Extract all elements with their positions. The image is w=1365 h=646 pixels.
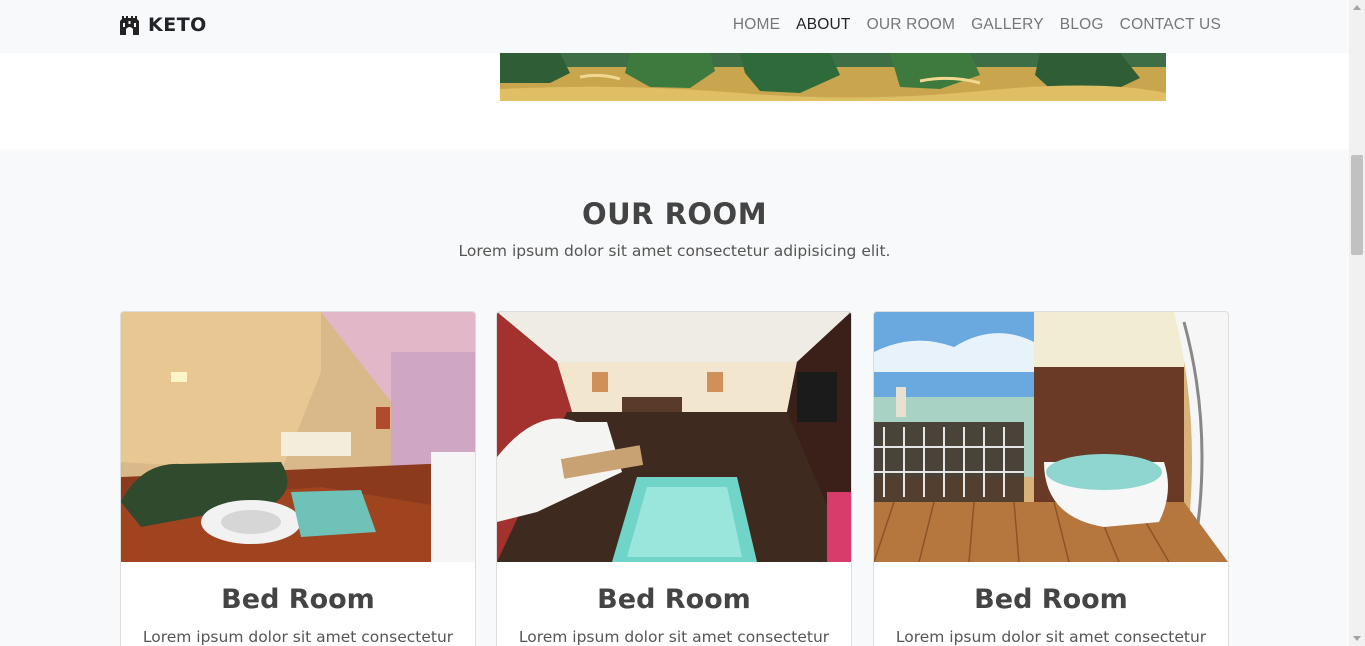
castle-logo-icon [120, 15, 139, 35]
section-subtitle: Lorem ipsum dolor sit amet consectetur a… [458, 242, 891, 260]
navbar: KETO HOME ABOUT OUR ROOM GALLERY BLOG CO… [0, 0, 1349, 53]
page: KETO HOME ABOUT OUR ROOM GALLERY BLOG CO… [0, 0, 1349, 646]
about-image [500, 53, 1166, 101]
scroll-thumb[interactable] [1351, 155, 1363, 255]
room-card[interactable]: Bed Room Lorem ipsum dolor sit amet cons… [120, 311, 476, 646]
section-title: OUR ROOM [581, 197, 768, 231]
brand-name: KETO [148, 14, 207, 36]
main-nav: HOME ABOUT OUR ROOM GALLERY BLOG CONTACT… [733, 16, 1221, 34]
nav-home[interactable]: HOME [733, 16, 780, 34]
card-text: Lorem ipsum dolor sit amet consectetur [142, 628, 454, 646]
brand-link[interactable]: KETO [119, 14, 207, 36]
nav-our-room[interactable]: OUR ROOM [867, 16, 956, 34]
card-text: Lorem ipsum dolor sit amet consectetur [518, 628, 830, 646]
room-image [497, 312, 851, 562]
card-text: Lorem ipsum dolor sit amet consectetur [895, 628, 1207, 646]
nav-gallery[interactable]: GALLERY [971, 16, 1044, 34]
card-title: Bed Room [221, 584, 375, 615]
nav-blog[interactable]: BLOG [1060, 16, 1104, 34]
scroll-down-icon[interactable] [1353, 636, 1361, 641]
room-card[interactable]: Bed Room Lorem ipsum dolor sit amet cons… [873, 311, 1229, 646]
room-image [121, 312, 475, 562]
room-image [874, 312, 1228, 562]
card-title: Bed Room [974, 584, 1128, 615]
room-card[interactable]: Bed Room Lorem ipsum dolor sit amet cons… [496, 311, 852, 646]
nav-contact-us[interactable]: CONTACT US [1120, 16, 1221, 34]
nav-about[interactable]: ABOUT [796, 16, 850, 34]
page-scrollbar[interactable] [1349, 0, 1365, 646]
our-room-section: OUR ROOM Lorem ipsum dolor sit amet cons… [0, 149, 1349, 646]
card-title: Bed Room [597, 584, 751, 615]
scroll-up-icon[interactable] [1353, 5, 1361, 10]
